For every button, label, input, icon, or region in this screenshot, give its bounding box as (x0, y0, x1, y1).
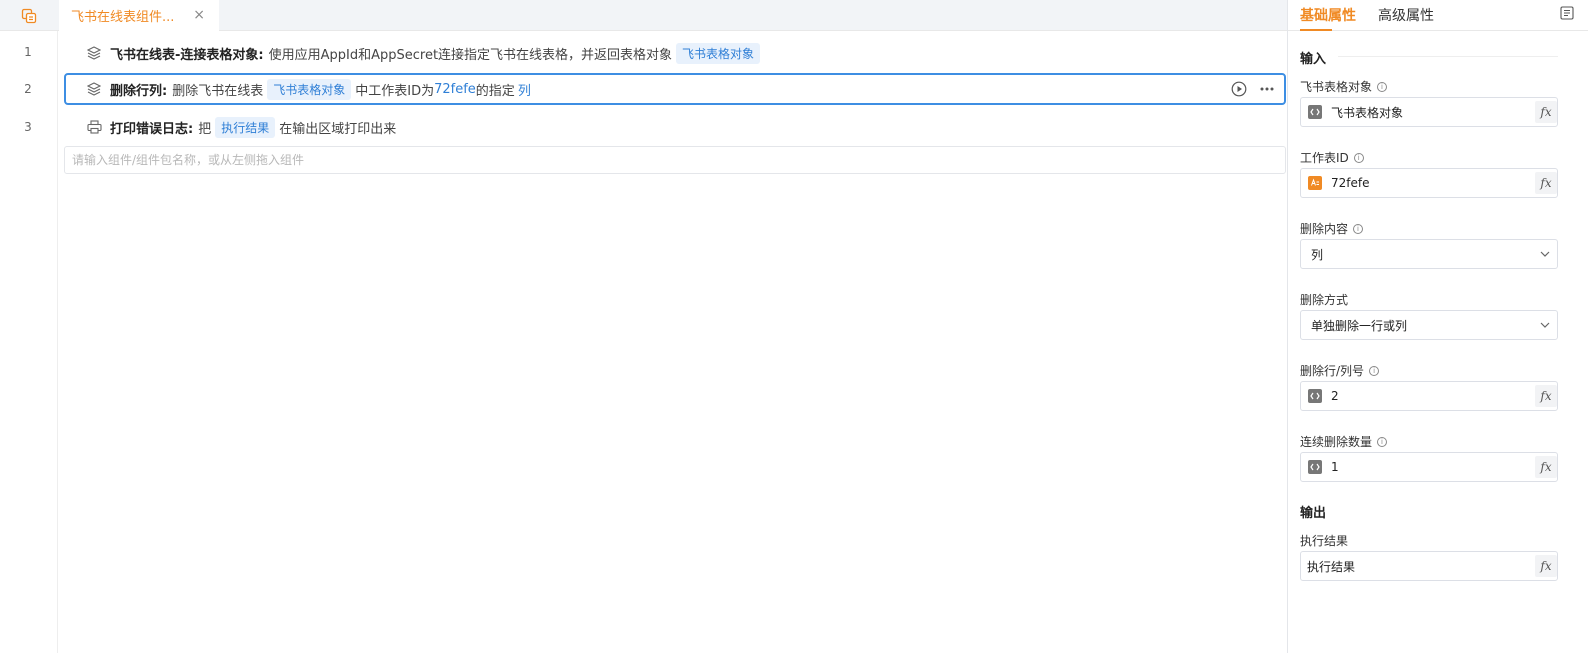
fx-expression-button[interactable]: fx (1535, 555, 1557, 577)
select-value: 列 (1311, 247, 1324, 262)
step-text: 中工作表ID为 (355, 83, 435, 99)
step-title: 飞书在线表-连接表格对象: (110, 47, 264, 63)
component-library-icon (21, 8, 37, 23)
info-icon[interactable]: i (1353, 223, 1364, 234)
step-text: 的指定 (475, 83, 515, 99)
line-number: 2 (24, 82, 32, 96)
tab-feishu-sheet-component[interactable]: 飞书在线表组件... × (59, 0, 219, 31)
input-section-title: 输入 (1300, 52, 1327, 67)
output-section-title: 输出 (1300, 506, 1327, 521)
field-label: 执行结果 (1300, 532, 1348, 549)
row-actions (1230, 80, 1276, 98)
step-title: 打印错误日志: (110, 121, 194, 137)
output-result-field[interactable]: 执行结果 fx (1300, 551, 1558, 581)
sheet-id-field[interactable]: 72fefe fx (1300, 168, 1558, 198)
text-type-icon (1308, 176, 1322, 190)
field-label-text: 删除内容 (1300, 222, 1349, 236)
line-number-gutter: 1 2 3 (0, 31, 58, 653)
info-icon[interactable]: i (1369, 365, 1380, 376)
field-label: 飞书表格对象 i (1300, 78, 1388, 95)
field-value: 飞书表格对象 (1331, 105, 1404, 120)
info-icon[interactable]: i (1377, 81, 1388, 92)
printer-icon (86, 119, 102, 135)
number-type-icon (1308, 389, 1322, 403)
variable-chip[interactable]: 飞书表格对象 (676, 42, 761, 64)
tab-basic-properties[interactable]: 基础属性 (1300, 5, 1356, 25)
field-label-text: 删除行/列号 (1300, 364, 1365, 378)
fx-expression-button[interactable]: fx (1535, 456, 1557, 478)
properties-tabs: 基础属性 高级属性 (1288, 0, 1588, 31)
chevron-down-icon (1540, 251, 1550, 257)
field-value: 72fefe (1331, 176, 1370, 190)
line-number: 3 (24, 120, 32, 134)
field-label: 删除行/列号 i (1300, 362, 1380, 379)
variable-chip[interactable]: 执行结果 (215, 116, 276, 138)
info-icon[interactable]: i (1377, 436, 1388, 447)
field-value: 1 (1331, 460, 1339, 474)
field-label: 删除方式 (1300, 291, 1348, 308)
editor-tabbar: 飞书在线表组件... × (0, 0, 1287, 31)
tab-advanced-properties[interactable]: 高级属性 (1378, 5, 1434, 25)
field-label: 连续删除数量 i (1300, 433, 1388, 450)
number-type-icon (1308, 460, 1322, 474)
app-window: 飞书在线表组件... × 1 2 3 飞书在线表-连接表格对象: 使用应用App… (0, 0, 1588, 653)
component-search-input[interactable] (64, 146, 1286, 174)
field-label-text: 删除方式 (1300, 293, 1349, 307)
layers-icon (86, 45, 102, 61)
sheet-object-field[interactable]: 飞书表格对象 fx (1300, 97, 1558, 127)
row-col-number-field[interactable]: 2 fx (1300, 381, 1558, 411)
panel-collapse-icon (1560, 6, 1574, 20)
step-text: 在输出区域打印出来 (279, 121, 397, 137)
play-circle-icon (1231, 81, 1247, 97)
field-value: 2 (1331, 389, 1339, 403)
fx-expression-button[interactable]: fx (1535, 172, 1557, 194)
field-value: 执行结果 (1307, 559, 1356, 574)
more-horizontal-icon (1260, 87, 1274, 91)
field-label-text: 连续删除数量 (1300, 435, 1373, 449)
panel-toggle-button[interactable] (1560, 6, 1576, 22)
field-label-text: 工作表ID (1300, 151, 1349, 165)
step-title: 删除行列: (110, 83, 168, 99)
component-library-button[interactable] (0, 0, 58, 31)
active-tab-indicator (1300, 29, 1332, 31)
layers-icon (86, 81, 102, 97)
list-item-delete-row-col[interactable]: 删除行列: 删除飞书在线表 飞书表格对象 中工作表ID为 72fefe 的指定 … (64, 73, 1286, 105)
variable-type-icon (1308, 105, 1322, 119)
fx-expression-button[interactable]: fx (1535, 101, 1557, 123)
chevron-down-icon (1540, 322, 1550, 328)
variable-chip[interactable]: 飞书表格对象 (267, 78, 352, 100)
list-item-connect-sheet[interactable]: 飞书在线表-连接表格对象: 使用应用AppId和AppSecret连接指定飞书在… (64, 37, 1286, 69)
delete-content-select[interactable]: 列 (1300, 239, 1558, 269)
step-text: 删除飞书在线表 (172, 83, 264, 99)
step-description: 使用应用AppId和AppSecret连接指定飞书在线表格，并返回表格对象 (268, 47, 673, 63)
info-icon[interactable]: i (1353, 152, 1364, 163)
run-step-button[interactable] (1230, 80, 1248, 98)
fx-expression-button[interactable]: fx (1535, 385, 1557, 407)
delete-mode-select[interactable]: 单独删除一行或列 (1300, 310, 1558, 340)
field-label-text: 飞书表格对象 (1300, 80, 1373, 94)
select-value: 单独删除一行或列 (1311, 318, 1408, 333)
properties-panel: 基础属性 高级属性 输入 飞书表格对象 i 飞书表格对象 fx 工作表ID i 72… (1287, 0, 1588, 653)
more-options-button[interactable] (1258, 80, 1276, 98)
param-sheet-id-link[interactable]: 72fefe (434, 82, 476, 97)
tab-close-icon[interactable]: × (193, 7, 205, 23)
tab-title: 飞书在线表组件... (71, 10, 175, 25)
step-text: 把 (198, 121, 212, 137)
field-label-text: 执行结果 (1300, 534, 1349, 548)
field-label: 删除内容 i (1300, 220, 1364, 237)
section-divider (1338, 56, 1558, 57)
delete-count-field[interactable]: 1 fx (1300, 452, 1558, 482)
field-label: 工作表ID i (1300, 149, 1364, 166)
list-item-print-log[interactable]: 打印错误日志: 把 执行结果 在输出区域打印出来 (64, 111, 1286, 143)
line-number: 1 (24, 45, 32, 59)
param-delete-content-link[interactable]: 列 (518, 80, 531, 99)
